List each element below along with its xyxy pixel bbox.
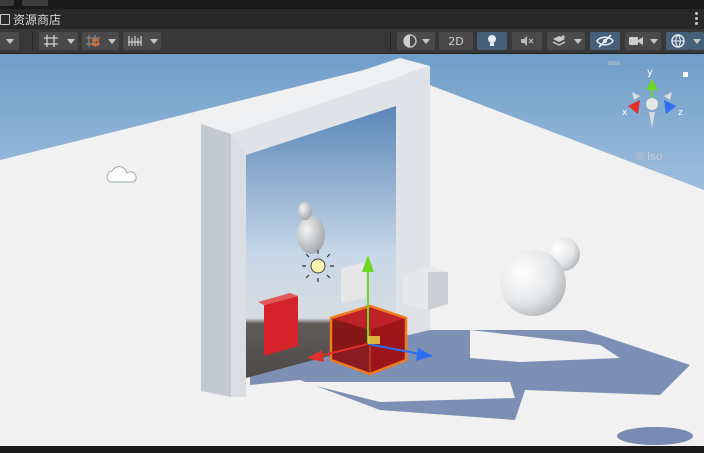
snap-grid-icon [86,35,100,47]
snap-toggle-button[interactable] [82,32,104,50]
increment-snap-button[interactable] [123,32,147,50]
scene-render [0,54,704,446]
audio-muted-icon [521,36,534,46]
more-options-icon[interactable] [695,12,698,25]
camera-dropdown[interactable] [647,32,661,50]
shopping-bag-icon [0,14,10,25]
increment-snap-dropdown[interactable] [147,32,161,50]
camera-settings-button[interactable] [625,32,647,50]
gizmos-dropdown[interactable] [690,32,704,50]
chevron-down-icon [574,38,582,44]
grid-dropdown[interactable] [63,32,78,50]
2d-toggle-button[interactable]: 2D [439,32,473,50]
gizmo-axis-z-label: z [678,108,683,118]
gizmo-axis-x-label: x [622,108,628,118]
scene-tab-bar: 资源商店 [0,9,704,29]
bottom-border [0,446,704,453]
projection-label[interactable]: Iso [647,150,663,163]
layers-icon [552,35,566,46]
sphere-shadow [617,427,693,445]
tab-asset-store[interactable]: 资源商店 [0,11,61,28]
reflected-sphere-small [298,202,312,220]
chevron-down-icon [5,38,14,44]
reflected-sphere [297,216,325,254]
chevron-down-icon [650,38,658,44]
eye-slash-icon [596,34,614,48]
tab-asset-store-label: 资源商店 [13,13,62,27]
audio-toggle-button[interactable] [512,32,542,50]
chevron-down-icon [66,38,75,44]
window-tab[interactable] [0,0,14,6]
ruler-icon [128,36,142,46]
frame-left-front [231,134,246,397]
effects-toggle-button[interactable] [547,32,571,50]
gizmo-axis-y-label: y [647,67,653,78]
scene-viewport[interactable]: y x z Iso [0,54,704,446]
window-top-strip [0,0,704,9]
grid-toggle-button[interactable] [39,32,63,50]
large-sphere [500,250,566,316]
2d-label: 2D [448,34,464,48]
video-camera-icon [629,37,643,45]
effects-dropdown[interactable] [571,32,585,50]
frame-left-side [201,124,231,397]
lightbulb-icon [488,35,496,46]
gizmo-globe-icon [671,34,685,48]
chevron-down-icon [150,38,158,44]
scene-visibility-toggle[interactable] [590,32,620,50]
snap-dropdown[interactable] [104,32,119,50]
grid-icon [44,35,58,47]
chevron-down-icon [107,38,116,44]
scene-lighting-toggle[interactable] [477,32,507,50]
chevron-down-icon [422,38,430,44]
tool-dropdown[interactable] [0,32,19,50]
shading-sphere-icon [403,34,417,48]
gizmos-toggle-button[interactable] [666,32,690,50]
reflected-red-cube [264,296,298,356]
scene-toolbar: 2D [0,29,704,54]
window-tab[interactable] [22,0,48,6]
reflected-cube [341,262,366,303]
shading-mode-dropdown[interactable] [397,32,435,50]
chevron-down-icon [693,38,701,44]
